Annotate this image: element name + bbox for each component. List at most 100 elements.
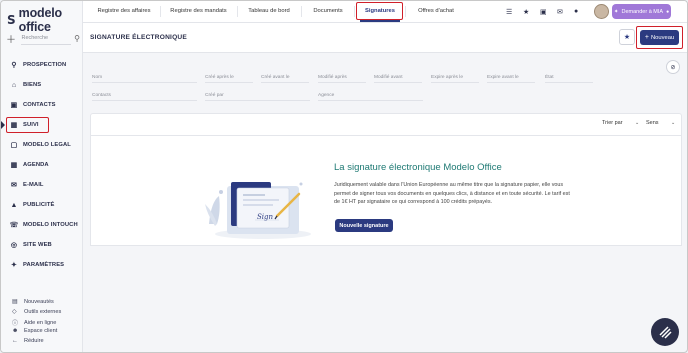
link-label: Nouveautés: [24, 298, 54, 305]
chat-icon[interactable]: ✉: [557, 8, 563, 16]
tab-divider: [160, 6, 161, 17]
sidebar-item-label: MODELO INTOUCH: [23, 222, 78, 228]
filter-modifie-avant[interactable]: Modifié avant: [374, 75, 422, 83]
empty-state-description: Juridiquement valable dans l'Union Europ…: [334, 182, 570, 205]
signature-illustration: Sign: [205, 182, 311, 239]
filters-panel: ⊘ Nom Créé après le Créé avant le Modifi…: [83, 54, 687, 107]
filter-expire-apres[interactable]: Expire après le: [431, 75, 479, 83]
signatures-tab-highlight: [356, 2, 403, 20]
filter-nom[interactable]: Nom: [92, 75, 197, 83]
sidebar-item-publicite[interactable]: ▲ PUBLICITÉ: [10, 199, 55, 211]
layers-icon[interactable]: ☰: [506, 8, 512, 16]
microphone-icon: ●: [666, 8, 670, 15]
sort-select[interactable]: Trier par ⌄: [602, 120, 642, 126]
sidebar-item-parametres[interactable]: ✦ PARAMÈTRES: [10, 259, 64, 271]
avatar[interactable]: [594, 4, 609, 19]
star-icon[interactable]: ★: [523, 8, 529, 16]
filter-modifie-apres[interactable]: Modifié après: [318, 75, 366, 83]
sidebar-item-site-web[interactable]: ◎ SITE WEB: [10, 239, 52, 251]
wrench-icon: ✦: [11, 262, 17, 269]
link-espace-client[interactable]: ☻ Espace client: [12, 328, 57, 334]
star-icon: ★: [623, 34, 631, 41]
sidebar-item-label: AGENDA: [23, 162, 49, 168]
legal-icon: ▢: [10, 142, 18, 149]
new-button-highlight: [636, 26, 683, 49]
chevron-down-icon: ⌄: [635, 120, 640, 126]
link-nouveautes[interactable]: ▤ Nouveautés: [12, 298, 54, 306]
help-icon: ⓘ: [12, 321, 19, 327]
sidebar-item-modelo-intouch[interactable]: ☏ MODELO INTOUCH: [10, 219, 78, 231]
sidebar: S modelo office ＋ Recherche ⚲ ⚲ PROSPECT…: [1, 1, 83, 352]
sidebar-item-label: CONTACTS: [23, 102, 56, 108]
user-icon: ☻: [12, 328, 19, 334]
link-aide-en-ligne[interactable]: ⓘ Aide en ligne: [12, 318, 57, 328]
sparkle-icon: ✦: [613, 8, 619, 15]
tab-registre-mandats[interactable]: Registre des mandats: [163, 1, 234, 21]
tab-divider: [354, 6, 355, 17]
page-title: SIGNATURE ÉLECTRONIQUE: [90, 34, 187, 41]
tab-registre-affaires[interactable]: Registre des affaires: [91, 1, 157, 21]
tab-divider: [237, 6, 238, 17]
filter-cree-avant[interactable]: Créé avant le: [261, 75, 309, 83]
search-icon[interactable]: ⚲: [74, 34, 80, 43]
notification-bell-icon[interactable]: ●: [574, 8, 578, 15]
sidebar-item-label: PARAMÈTRES: [23, 262, 65, 268]
phone-icon: ☏: [9, 222, 19, 229]
brand-stripes-icon: [659, 326, 672, 339]
logo-mark: S: [7, 13, 16, 27]
sidebar-item-label: BIENS: [23, 82, 42, 88]
filter-agence[interactable]: Agence: [318, 93, 423, 101]
active-tab-underline: [360, 20, 400, 22]
sidebar-item-label: SITE WEB: [23, 242, 52, 248]
tab-offres-achat[interactable]: Offres d'achat: [408, 1, 464, 21]
new-signature-button[interactable]: Nouvelle signature: [335, 219, 393, 232]
filter-expire-avant[interactable]: Expire avant le: [487, 75, 535, 83]
link-outils-externes[interactable]: ◇ Outils externes: [12, 308, 62, 316]
sidebar-item-contacts[interactable]: ▣ CONTACTS: [10, 99, 56, 111]
filter-clear-icon[interactable]: ⊘: [666, 60, 680, 74]
sidebar-item-label: PROSPECTION: [23, 62, 67, 68]
tab-divider: [301, 6, 302, 17]
link-label: Aide en ligne: [24, 319, 57, 326]
collapse-icon: ←: [12, 338, 18, 344]
search-bar: ＋ Recherche ⚲: [6, 30, 80, 46]
link-label: Réduire: [24, 338, 44, 344]
home-icon: ⌂: [11, 81, 17, 89]
filter-etat[interactable]: État: [545, 75, 593, 83]
sidebar-item-email[interactable]: ✉ E-MAIL: [10, 179, 44, 191]
favorite-button[interactable]: ★: [619, 29, 635, 45]
sidebar-item-modelo-legal[interactable]: ▢ MODELO LEGAL: [10, 139, 71, 151]
active-indicator: [1, 121, 5, 129]
mail-icon: ✉: [11, 182, 17, 189]
ask-mia-label: Demander à MIA: [621, 8, 664, 15]
filter-contacts[interactable]: Contacts: [92, 93, 197, 101]
chevron-down-icon: ⌄: [671, 120, 676, 126]
link-label: Outils externes: [24, 308, 62, 315]
tab-divider: [405, 6, 406, 17]
sidebar-item-label: E-MAIL: [23, 182, 44, 188]
filter-cree-par[interactable]: Créé par: [205, 93, 310, 101]
contacts-icon: ▣: [10, 102, 18, 109]
sidebar-item-prospection[interactable]: ⚲ PROSPECTION: [10, 59, 66, 71]
sidebar-item-agenda[interactable]: ▦ AGENDA: [10, 159, 49, 171]
sort-bar: Trier par ⌄ Sens ⌄: [90, 113, 682, 135]
link-reduire[interactable]: ← Réduire: [12, 338, 44, 344]
app-window: S modelo office ＋ Recherche ⚲ ⚲ PROSPECT…: [0, 0, 688, 353]
news-icon: ▤: [12, 299, 18, 305]
link-label: Espace client: [24, 328, 58, 334]
search-input[interactable]: Recherche: [21, 31, 72, 45]
add-icon[interactable]: ＋: [6, 31, 17, 46]
direction-select[interactable]: Sens ⌄: [646, 120, 678, 126]
signature-text: Sign: [257, 213, 274, 221]
page-header: SIGNATURE ÉLECTRONIQUE ★ + Nouveau: [83, 23, 687, 53]
cart-icon[interactable]: ▣: [540, 8, 547, 16]
tab-tableau-de-bord[interactable]: Tableau de bord: [240, 1, 298, 21]
floating-help-button[interactable]: [651, 318, 679, 346]
top-nav-bar: Registre des affaires Registre des manda…: [83, 1, 687, 23]
empty-state-title: La signature électronique Modelo Office: [334, 162, 502, 173]
sidebar-item-biens[interactable]: ⌂ BIENS: [10, 79, 41, 91]
filter-cree-apres[interactable]: Créé après le: [205, 75, 253, 83]
sidebar-item-label: PUBLICITÉ: [23, 202, 55, 208]
ask-mia-button[interactable]: ✦ Demander à MIA ●: [612, 4, 671, 19]
tab-documents[interactable]: Documents: [304, 1, 352, 21]
